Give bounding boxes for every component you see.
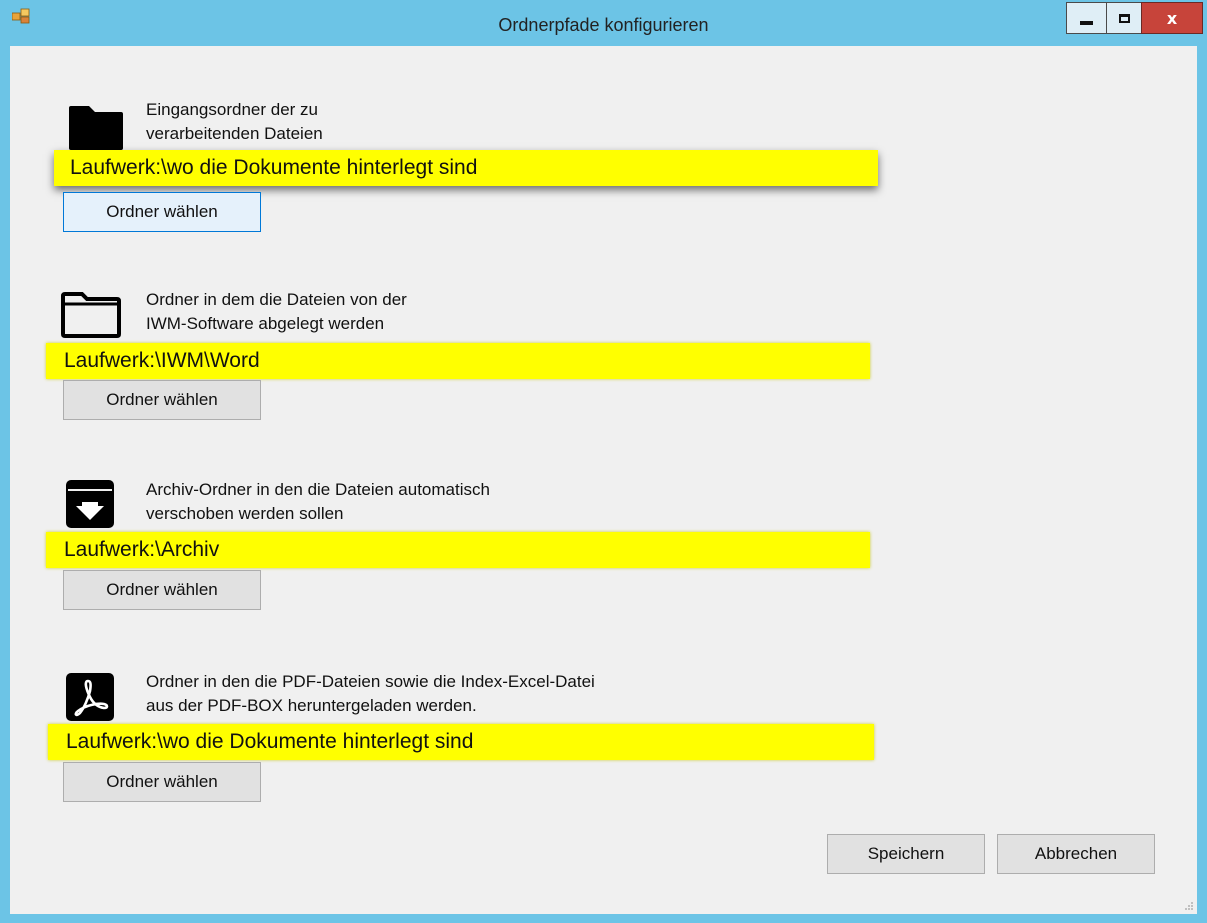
description-line: aus der PDF-BOX heruntergeladen werden. [146,696,477,715]
section-description: Eingangsordner der zu verarbeitenden Dat… [146,98,746,146]
pdf-icon [66,673,114,721]
config-window: Ordnerpfade konfigurieren x Eingangsordn… [0,0,1207,923]
folder-outline-icon [61,292,121,338]
description-line: IWM-Software abgelegt werden [146,314,385,333]
pdf-folder-path-field[interactable]: Laufwerk:\wo die Dokumente hinterlegt si… [48,724,874,760]
section-description: Ordner in den die PDF-Dateien sowie die … [146,670,746,718]
description-line: Ordner in den die PDF-Dateien sowie die … [146,672,595,691]
choose-pdf-folder-button[interactable]: Ordner wählen [63,762,261,802]
choose-input-folder-button[interactable]: Ordner wählen [63,192,261,232]
choose-iwm-folder-button[interactable]: Ordner wählen [63,380,261,420]
archive-folder-path-field[interactable]: Laufwerk:\Archiv [46,532,870,568]
iwm-folder-path-field[interactable]: Laufwerk:\IWM\Word [46,343,870,379]
maximize-icon [1118,13,1130,23]
close-icon: x [1166,8,1178,28]
description-line: verarbeitenden Dateien [146,124,323,143]
description-line: verschoben werden sollen [146,504,344,523]
folder-filled-icon [69,106,123,150]
section-description: Ordner in dem die Dateien von der IWM-So… [146,288,746,336]
title-bar[interactable]: Ordnerpfade konfigurieren x [0,0,1207,46]
window-title: Ordnerpfade konfigurieren [498,15,709,35]
resize-grip-icon[interactable] [1184,901,1194,911]
section-description: Archiv-Ordner in den die Dateien automat… [146,478,746,526]
close-button[interactable]: x [1141,2,1203,34]
description-line: Archiv-Ordner in den die Dateien automat… [146,480,490,499]
description-line: Ordner in dem die Dateien von der [146,290,407,309]
dialog-content: Eingangsordner der zu verarbeitenden Dat… [10,46,1197,914]
save-button[interactable]: Speichern [827,834,985,874]
description-line: Eingangsordner der zu [146,100,319,119]
archive-download-icon [66,480,114,528]
input-folder-path-field[interactable]: Laufwerk:\wo die Dokumente hinterlegt si… [54,150,878,186]
cancel-button[interactable]: Abbrechen [997,834,1155,874]
minimize-button[interactable] [1066,2,1106,34]
choose-archive-folder-button[interactable]: Ordner wählen [63,570,261,610]
minimize-icon [1080,21,1093,25]
maximize-button[interactable] [1106,2,1141,34]
